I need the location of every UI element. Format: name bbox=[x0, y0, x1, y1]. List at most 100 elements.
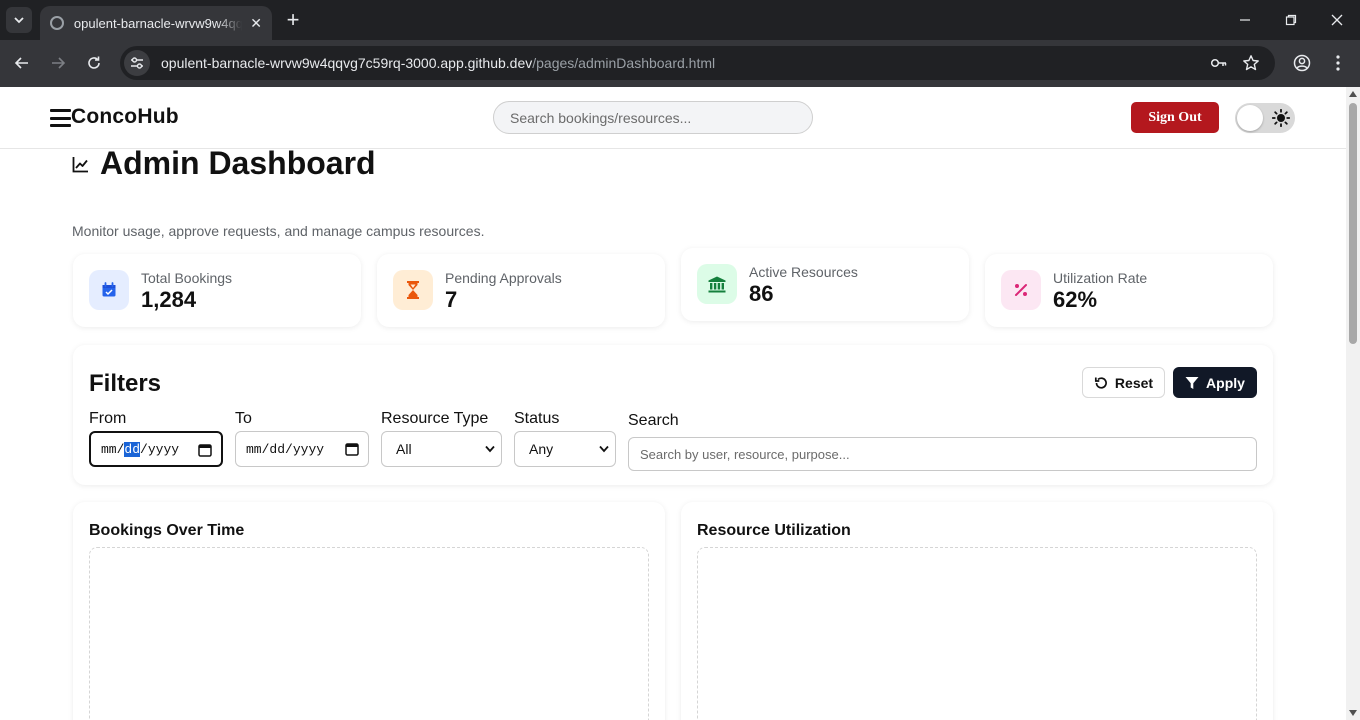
resource-type-select[interactable]: All bbox=[381, 431, 502, 467]
window-close-button[interactable] bbox=[1325, 8, 1349, 32]
stat-card-total-bookings: Total Bookings 1,284 bbox=[73, 254, 361, 327]
scroll-up-arrow-icon[interactable] bbox=[1349, 91, 1357, 97]
reset-label: Reset bbox=[1114, 374, 1154, 391]
reset-button[interactable]: Reset bbox=[1082, 367, 1165, 398]
password-key-icon[interactable] bbox=[1209, 53, 1229, 73]
line-chart-icon bbox=[72, 156, 88, 172]
calendar-icon bbox=[89, 270, 129, 310]
page-title: Admin Dashboard bbox=[100, 144, 376, 181]
status-value: Any bbox=[529, 441, 554, 457]
url-path: /pages/adminDashboard.html bbox=[532, 55, 716, 71]
tab-search-button[interactable] bbox=[6, 7, 32, 33]
browser-tab[interactable]: opulent-barnacle-wrvw9w4qqvg7c59rq-3000.… bbox=[40, 6, 272, 40]
browser-toolbar: opulent-barnacle-wrvw9w4qqvg7c59rq-3000.… bbox=[0, 40, 1360, 87]
browser-menu-button[interactable] bbox=[1326, 51, 1350, 75]
minimize-button[interactable] bbox=[1233, 8, 1257, 32]
bank-icon bbox=[697, 264, 737, 304]
stat-label: Active Resources bbox=[749, 264, 858, 280]
stat-label: Utilization Rate bbox=[1053, 270, 1148, 286]
sun-icon bbox=[1272, 109, 1290, 127]
stat-value: 62% bbox=[1053, 287, 1098, 312]
sign-out-button[interactable]: Sign Out bbox=[1131, 102, 1219, 133]
resource-type-label: Resource Type bbox=[381, 410, 489, 427]
page-subtitle: Monitor usage, approve requests, and man… bbox=[72, 223, 485, 239]
search-label: Search bbox=[628, 412, 679, 429]
stat-card-active-resources: Active Resources 86 bbox=[681, 248, 969, 321]
chevron-down-icon bbox=[14, 17, 24, 24]
close-icon bbox=[1331, 14, 1343, 26]
menu-icon[interactable] bbox=[50, 109, 71, 127]
chevron-down-icon bbox=[599, 445, 609, 453]
stat-card-utilization-rate: Utilization Rate 62% bbox=[985, 254, 1273, 327]
global-search-input[interactable] bbox=[493, 101, 813, 134]
arrow-right-icon bbox=[52, 57, 66, 69]
stat-value: 86 bbox=[749, 281, 774, 306]
url-text: opulent-barnacle-wrvw9w4qqvg7c59rq-3000.… bbox=[161, 55, 715, 71]
brand-logo[interactable]: ConcoHub bbox=[71, 105, 179, 129]
utilization-chart-canvas bbox=[697, 547, 1257, 720]
status-select[interactable]: Any bbox=[514, 431, 616, 467]
stat-label: Total Bookings bbox=[141, 270, 233, 286]
address-bar[interactable]: opulent-barnacle-wrvw9w4qqvg7c59rq-3000.… bbox=[120, 46, 1275, 80]
from-label: From bbox=[89, 410, 127, 427]
date-yyyy: yyyy bbox=[147, 441, 180, 457]
percent-icon bbox=[1001, 270, 1041, 310]
stat-label: Pending Approvals bbox=[445, 270, 562, 286]
date-mm: mm bbox=[101, 441, 117, 457]
toggle-knob bbox=[1237, 105, 1263, 131]
date-dd: dd bbox=[269, 441, 286, 457]
close-icon[interactable]: ✕ bbox=[250, 15, 262, 32]
page-title-row: Admin Dashboard bbox=[72, 145, 376, 181]
profile-button[interactable] bbox=[1290, 51, 1314, 75]
stat-value: 1,284 bbox=[141, 287, 197, 312]
globe-icon bbox=[50, 16, 64, 30]
utilization-chart-title: Resource Utilization bbox=[697, 522, 851, 539]
scrollbar-thumb[interactable] bbox=[1349, 103, 1357, 344]
date-dd: dd bbox=[124, 441, 141, 457]
page-scrollbar[interactable] bbox=[1346, 87, 1360, 720]
tune-icon bbox=[131, 57, 143, 69]
filters-panel: Filters Reset Apply From mm / dd / yyyy To m… bbox=[73, 345, 1273, 485]
star-icon bbox=[1243, 55, 1259, 71]
tab-title: opulent-barnacle-wrvw9w4qqvg7c59rq-3000.… bbox=[73, 15, 243, 31]
undo-icon bbox=[1094, 376, 1107, 389]
app-header: ConcoHub Sign Out bbox=[0, 87, 1346, 149]
url-host: opulent-barnacle-wrvw9w4qqvg7c59rq-3000.… bbox=[161, 55, 533, 71]
bookmark-star-button[interactable] bbox=[1241, 53, 1261, 73]
minimize-icon bbox=[1240, 19, 1250, 21]
date-mm: mm bbox=[246, 441, 262, 457]
bookings-chart-title: Bookings Over Time bbox=[89, 522, 245, 539]
apply-label: Apply bbox=[1206, 374, 1245, 391]
reload-button[interactable] bbox=[82, 51, 106, 75]
arrow-left-icon bbox=[14, 57, 28, 69]
from-date-input[interactable]: mm / dd / yyyy bbox=[89, 431, 223, 467]
utilization-chart-card: Resource Utilization bbox=[681, 502, 1273, 720]
browser-tab-bar: opulent-barnacle-wrvw9w4qqvg7c59rq-3000.… bbox=[0, 0, 1360, 40]
reload-icon bbox=[88, 56, 100, 69]
stat-card-pending-approvals: Pending Approvals 7 bbox=[377, 254, 665, 327]
stat-value: 7 bbox=[445, 287, 458, 312]
date-yyyy: yyyy bbox=[292, 441, 325, 457]
back-button[interactable] bbox=[10, 51, 34, 75]
key-icon bbox=[1210, 58, 1227, 68]
page-viewport: ConcoHub Sign Out Admin Dashboard Monito… bbox=[0, 87, 1346, 720]
more-vert-icon bbox=[1336, 55, 1340, 71]
theme-toggle[interactable] bbox=[1235, 103, 1295, 133]
account-circle-icon bbox=[1293, 54, 1311, 72]
to-label: To bbox=[235, 410, 252, 427]
filter-icon bbox=[1185, 376, 1199, 389]
restore-button[interactable] bbox=[1279, 8, 1303, 32]
status-label: Status bbox=[514, 410, 560, 427]
calendar-picker-icon[interactable] bbox=[345, 442, 359, 456]
to-date-input[interactable]: mm / dd / yyyy bbox=[235, 431, 369, 467]
calendar-picker-icon[interactable] bbox=[198, 443, 212, 457]
forward-button[interactable] bbox=[46, 51, 70, 75]
bookings-chart-canvas bbox=[89, 547, 649, 720]
hourglass-icon bbox=[393, 270, 433, 310]
site-info-button[interactable] bbox=[124, 50, 150, 76]
new-tab-button[interactable]: + bbox=[282, 8, 304, 32]
apply-button[interactable]: Apply bbox=[1173, 367, 1257, 398]
filter-search-input[interactable] bbox=[628, 437, 1257, 471]
bookings-chart-card: Bookings Over Time bbox=[73, 502, 665, 720]
scroll-down-arrow-icon[interactable] bbox=[1349, 710, 1357, 716]
